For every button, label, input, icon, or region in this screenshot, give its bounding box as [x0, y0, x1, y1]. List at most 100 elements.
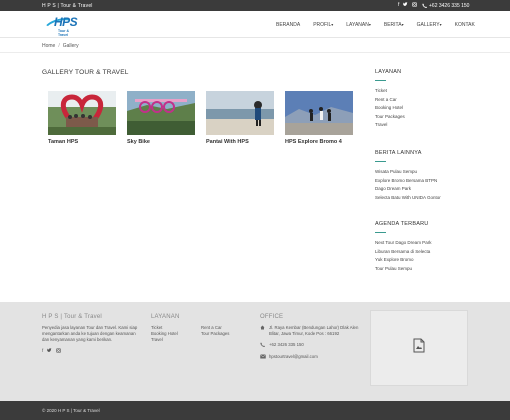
gallery-photo-taman-hps[interactable]: [48, 91, 116, 135]
gallery-caption[interactable]: Pantai With HPS: [206, 139, 274, 145]
sidebar-agenda: AGENDA TERBARU Next Tour Dago Dream Park…: [375, 221, 431, 273]
gallery-title: GALLERY TOUR & TRAVEL: [42, 69, 129, 76]
nav-item-label: BERITA: [383, 22, 402, 28]
instagram-icon[interactable]: [412, 2, 418, 10]
sidebar-berita: BERITA LAINNYA Wisata Pulau Sempu Explor…: [375, 150, 441, 202]
footer-layanan-title: LAYANAN: [151, 314, 180, 320]
footer-office: OFFICE Jl. Raya Kembar (Bendungan Lahor)…: [260, 314, 364, 361]
gallery-caption[interactable]: HPS Explore Bromo 4: [285, 139, 353, 145]
sidebar-link[interactable]: Next Tour Dago Dream Park: [375, 239, 431, 248]
nav-item-label: BERANDA: [276, 22, 301, 28]
sidebar-link[interactable]: Yuk Explore Bromo: [375, 256, 431, 265]
sidebar-link[interactable]: Booking Hotel: [375, 104, 405, 113]
nav-item-label: GALLERY: [416, 22, 440, 28]
home-icon: [260, 325, 266, 337]
phone-icon: [260, 342, 266, 349]
logo-subtext: Tour & Travel: [58, 29, 70, 37]
gallery-photo-pantai[interactable]: [206, 91, 274, 135]
copyright-text: © 2020 H P S | Tour & Travel: [42, 408, 100, 413]
sidebar-link[interactable]: Dago Dream Park: [375, 185, 441, 194]
main-navbar: HPS Tour & Travel BERANDA PROFIL▾ LAYANA…: [0, 11, 510, 38]
breadcrumb-home[interactable]: Home: [42, 43, 55, 49]
section-divider: [375, 161, 386, 162]
chevron-down-icon: ▾: [401, 22, 404, 27]
footer-address: Jl. Raya Kembar (Bendungan Lahor) Dlak A…: [260, 325, 364, 337]
nav-item-berita[interactable]: BERITA▾: [384, 22, 404, 28]
sidebar-link[interactable]: Rent a Car: [375, 96, 405, 105]
top-bar-social: f: [398, 2, 418, 10]
gallery-card[interactable]: Pantai With HPS: [206, 91, 274, 145]
gallery-photo-bromo[interactable]: [285, 91, 353, 135]
breadcrumb-bar: Home / Gallery: [0, 38, 510, 53]
nav-item-kontak[interactable]: KONTAK: [455, 22, 475, 28]
nav-item-label: LAYANAN: [346, 22, 369, 28]
sidebar-layanan-title: LAYANAN: [375, 69, 402, 75]
footer-link[interactable]: Tour Packages: [201, 331, 237, 337]
gallery-card[interactable]: HPS Explore Bromo 4: [285, 91, 353, 145]
section-divider: [375, 80, 386, 81]
sidebar-link[interactable]: Selecta Batu With UNIDA Gontor: [375, 194, 441, 203]
envelope-icon: [260, 354, 266, 361]
footer-layanan: LAYANAN Ticket Booking Hotel Travel Rent…: [151, 314, 261, 343]
chevron-down-icon: ▾: [439, 22, 442, 27]
facebook-icon[interactable]: f: [398, 2, 399, 10]
nav-item-label: KONTAK: [454, 22, 475, 28]
nav-item-layanan[interactable]: LAYANAN▾: [346, 22, 371, 28]
sidebar-link[interactable]: Explore Bromo Bersama BTPN: [375, 177, 441, 186]
sidebar-layanan: LAYANAN Ticket Rent a Car Booking Hotel …: [375, 69, 405, 130]
sidebar-agenda-list: Next Tour Dago Dream Park Liburan Bersam…: [375, 239, 431, 273]
breadcrumb: Home / Gallery: [42, 43, 79, 49]
footer-layanan-col1: Ticket Booking Hotel Travel: [151, 325, 187, 343]
breadcrumb-current: Gallery: [62, 43, 79, 49]
footer-about-text: Penyedia jasa layanan Tour dan Travel. K…: [42, 325, 138, 342]
footer-email: hpstourtravel@gmail.com: [260, 354, 364, 361]
top-bar-phone: +62 3426 335 150: [422, 3, 469, 10]
twitter-icon[interactable]: [47, 348, 52, 354]
facebook-icon[interactable]: f: [42, 348, 43, 354]
logo-text: HPS: [54, 15, 78, 29]
sidebar-link[interactable]: Ticket: [375, 87, 405, 96]
breadcrumb-separator: /: [58, 43, 60, 49]
footer-social: f: [42, 348, 142, 354]
sidebar-link[interactable]: Tour Pulau Sempu: [375, 265, 431, 274]
nav-item-beranda[interactable]: BERANDA: [276, 22, 300, 28]
sidebar-berita-list: Wisata Pulau Sempu Explore Bromo Bersama…: [375, 168, 441, 202]
sidebar-layanan-list: Ticket Rent a Car Booking Hotel Tour Pac…: [375, 87, 405, 130]
phone-icon: [422, 3, 427, 10]
site-logo[interactable]: HPS Tour & Travel: [42, 14, 78, 37]
footer-about-title: H P S | Tour & Travel: [42, 314, 102, 320]
sidebar-berita-title: BERITA LAINNYA: [375, 150, 422, 156]
sidebar-link[interactable]: Wisata Pulau Sempu: [375, 168, 441, 177]
gallery-caption[interactable]: Sky Bike: [127, 139, 195, 145]
top-bar-phone-number: +62 3426 335 150: [429, 3, 470, 9]
footer-office-title: OFFICE: [260, 314, 284, 320]
instagram-icon[interactable]: [56, 348, 62, 354]
footer-phone: +62 3426 335 150: [260, 342, 364, 349]
chevron-down-icon: ▾: [368, 22, 371, 27]
twitter-icon[interactable]: [403, 2, 408, 10]
section-divider: [375, 232, 386, 233]
copyright-bar: © 2020 H P S | Tour & Travel: [0, 401, 510, 420]
footer-phone-text: +62 3426 335 150: [269, 342, 304, 347]
footer-layanan-columns: Ticket Booking Hotel Travel Rent a Car T…: [151, 325, 261, 343]
top-bar: H P S | Tour & Travel f +62 3426 335 150: [0, 0, 510, 11]
top-bar-brand: H P S | Tour & Travel: [42, 3, 93, 9]
footer-link[interactable]: Travel: [151, 337, 187, 343]
footer-about: H P S | Tour & Travel Penyedia jasa laya…: [42, 314, 142, 354]
gallery-card[interactable]: Sky Bike: [127, 91, 195, 145]
gallery-card[interactable]: Taman HPS: [48, 91, 116, 145]
nav-item-label: PROFIL: [313, 22, 332, 28]
map-placeholder[interactable]: [370, 310, 468, 386]
sidebar-link[interactable]: Travel: [375, 121, 405, 130]
nav-item-gallery[interactable]: GALLERY▾: [417, 22, 442, 28]
sidebar-link[interactable]: Tour Packages: [375, 113, 405, 122]
sidebar-link[interactable]: Liburan Bersama di Selecta: [375, 248, 431, 257]
gallery-caption[interactable]: Taman HPS: [48, 139, 116, 145]
footer-email-text[interactable]: hpstourtravel@gmail.com: [269, 354, 318, 361]
footer-layanan-col2: Rent a Car Tour Packages: [201, 325, 237, 343]
footer-address-text: Jl. Raya Kembar (Bendungan Lahor) Dlak A…: [269, 325, 359, 336]
site-footer: H P S | Tour & Travel Penyedia jasa laya…: [0, 302, 510, 401]
document-icon: [413, 338, 425, 358]
gallery-photo-sky-bike[interactable]: [127, 91, 195, 135]
nav-item-profil[interactable]: PROFIL▾: [313, 22, 333, 28]
